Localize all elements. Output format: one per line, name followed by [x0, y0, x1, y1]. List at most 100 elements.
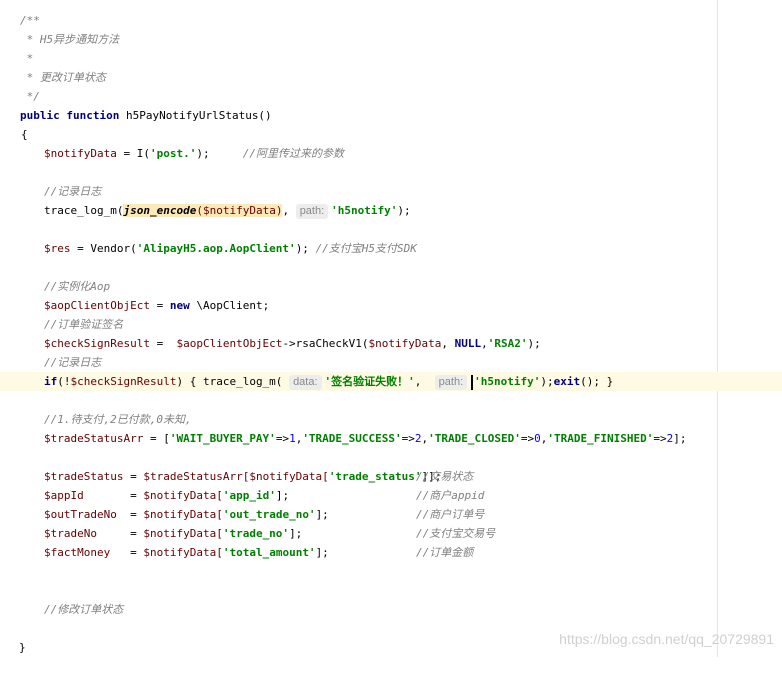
code-line[interactable]: trace_log_m(json_encode($notifyData), pa… — [0, 201, 782, 220]
punctuation: ]; — [315, 508, 329, 521]
variable: $notifyData[ — [249, 470, 329, 483]
line-comment: //订单验证签名 — [44, 318, 124, 331]
argument-highlighted: ($notifyData) — [196, 204, 283, 217]
code-line[interactable]: $notifyData = I('post.'); //阿里传过来的参数 — [0, 144, 782, 163]
operator: = — [110, 546, 144, 559]
code-line[interactable]: public function h5PayNotifyUrlStatus() — [0, 106, 782, 125]
variable: $notifyData[ — [143, 546, 223, 559]
variable: $notifyData[ — [143, 489, 223, 502]
code-line[interactable]: //记录日志 — [0, 353, 782, 372]
string-literal: 'TRADE_FINISHED' — [547, 432, 654, 445]
statement: $factMoney = $notifyData['total_amount']… — [44, 543, 329, 562]
punctuation: ); — [295, 242, 309, 255]
number-literal: 0 — [534, 432, 541, 445]
code-line[interactable]: */ — [0, 87, 782, 106]
statement: $tradeStatusArr = ['WAIT_BUYER_PAY'=>1,'… — [44, 429, 686, 448]
line-comment: //商户订单号 — [416, 508, 485, 521]
doc-comment-line: * 更改订单状态 — [20, 71, 106, 84]
code-line[interactable]: //记录日志 — [0, 182, 782, 201]
operator: = [ — [143, 432, 170, 445]
keyword-public: public — [20, 109, 60, 122]
current-code-line[interactable]: if(!$checkSignResult) { trace_log_m( dat… — [0, 372, 782, 391]
string-literal: 'app_id' — [222, 489, 276, 502]
statement: $tradeNo = $notifyData['trade_no']; — [44, 524, 302, 543]
string-literal: 'AlipayH5.aop.AopClient' — [136, 242, 296, 255]
operator: = — [116, 508, 144, 521]
string-literal: 'h5notify' — [331, 204, 398, 217]
text-cursor — [471, 374, 474, 390]
doc-comment-open: /** — [20, 14, 40, 27]
code-line[interactable]: $res = Vendor('AlipayH5.aop.AopClient');… — [0, 239, 782, 258]
punctuation: , — [441, 337, 455, 350]
code-line[interactable]: //修改订单状态 — [0, 600, 782, 619]
constant: NULL — [454, 337, 482, 350]
variable: $checkSignResult — [70, 375, 177, 388]
line-comment: //实例化Aop — [44, 280, 111, 293]
brace-close: } — [19, 641, 26, 654]
operator: = — [123, 470, 144, 483]
code-editor[interactable]: /** * H5异步通知方法 * * 更改订单状态 */ public func… — [0, 0, 782, 657]
line-comment: //订单金额 — [416, 546, 474, 559]
code-line[interactable]: $aopClientObjEct = new \AopClient; — [0, 296, 782, 315]
code-line[interactable]: //1.待支付,2已付款,0未知, — [0, 410, 782, 429]
function-call: trace_log_m( — [44, 204, 124, 217]
operator: => — [653, 432, 667, 445]
code-line[interactable]: $outTradeNo = $notifyData['out_trade_no'… — [0, 505, 782, 524]
function-name: h5PayNotifyUrlStatus() — [125, 109, 272, 122]
operator: => — [520, 432, 535, 445]
code-line[interactable]: $appId = $notifyData['app_id']; //商户appi… — [0, 486, 782, 505]
string-literal: 'post.' — [149, 147, 197, 160]
doc-comment-line: * H5异步通知方法 — [20, 33, 120, 46]
variable: $tradeNo — [44, 527, 97, 540]
code-line[interactable]: $tradeNo = $notifyData['trade_no']; //支付… — [0, 524, 782, 543]
function-signature: public function h5PayNotifyUrlStatus() — [20, 106, 272, 125]
variable: $aopClientObjEct — [44, 299, 150, 312]
line-comment: //交易状态 — [416, 470, 474, 483]
variable: $notifyData[ — [143, 527, 223, 540]
code-line[interactable]: $tradeStatusArr = ['WAIT_BUYER_PAY'=>1,'… — [0, 429, 782, 448]
operator: = — [96, 527, 144, 540]
variable: $tradeStatusArr — [44, 432, 144, 445]
line-comment: //记录日志 — [44, 356, 102, 369]
operator: => — [275, 432, 290, 445]
variable: $notifyData — [368, 337, 442, 350]
watermark: https://blog.csdn.net/qq_20729891 — [559, 631, 774, 647]
variable: $outTradeNo — [44, 508, 117, 521]
statement: $appId = $notifyData['app_id']; — [44, 486, 289, 505]
variable: $notifyData — [44, 147, 117, 160]
number-literal: 2 — [414, 432, 422, 445]
variable: $aopClientObjEct — [176, 337, 283, 350]
number-literal: 1 — [289, 432, 296, 445]
punctuation: ); — [527, 337, 541, 350]
method-call: ->rsaCheckV1( — [282, 337, 369, 350]
code-line[interactable]: { — [0, 125, 782, 144]
variable: $notifyData[ — [143, 508, 223, 521]
punctuation: , — [282, 204, 290, 217]
punctuation: ]; — [289, 527, 303, 540]
keyword-exit: exit — [553, 375, 581, 388]
string-literal: 'trade_status' — [328, 470, 422, 483]
operator: = — [83, 489, 144, 502]
line-comment: //支付宝交易号 — [416, 527, 496, 540]
line-comment: //阿里传过来的参数 — [242, 147, 344, 160]
parameter-hint: data: — [289, 375, 322, 390]
string-literal: 'out_trade_no' — [222, 508, 316, 521]
class-name: \AopClient; — [189, 299, 270, 312]
variable: $appId — [44, 489, 84, 502]
code-line[interactable]: $factMoney = $notifyData['total_amount']… — [0, 543, 782, 562]
parameter-hint: path: — [434, 375, 468, 390]
operator: = — [149, 337, 177, 350]
string-literal: 'RSA2' — [487, 337, 528, 350]
code-line[interactable]: /** — [0, 11, 782, 30]
code-line[interactable]: * — [0, 49, 782, 68]
code-line[interactable]: $checkSignResult = $aopClientObjEct->rsa… — [0, 334, 782, 353]
punctuation: ]; — [315, 546, 329, 559]
code-line[interactable]: //实例化Aop — [0, 277, 782, 296]
code-line[interactable]: * H5异步通知方法 — [0, 30, 782, 49]
variable: $factMoney — [44, 546, 111, 559]
string-literal: 'TRADE_SUCCESS' — [302, 432, 402, 445]
code-line[interactable]: $tradeStatus = $tradeStatusArr[$notifyDa… — [0, 467, 782, 486]
code-line[interactable]: //订单验证签名 — [0, 315, 782, 334]
line-comment: //修改订单状态 — [44, 603, 124, 616]
code-line[interactable]: * 更改订单状态 — [0, 68, 782, 87]
